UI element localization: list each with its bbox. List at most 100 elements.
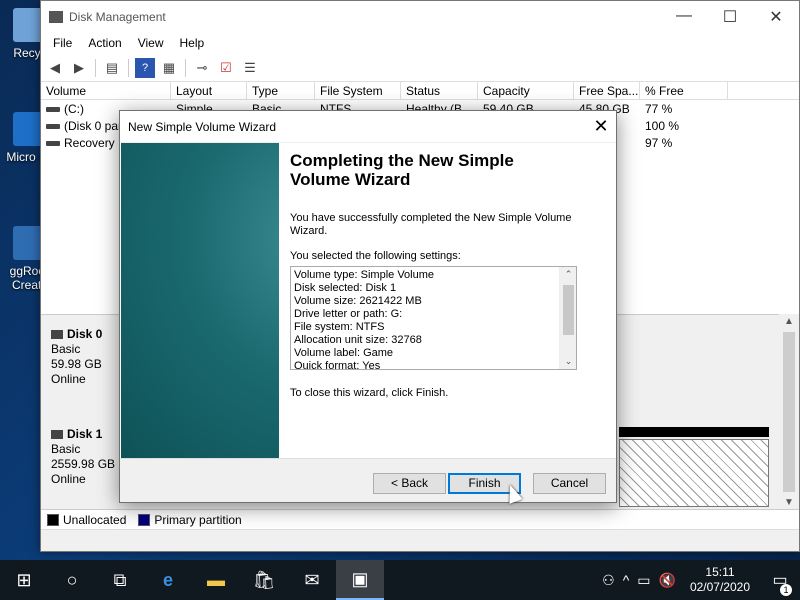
settings-scrollbar[interactable]: ⌃ ⌄ <box>559 267 576 369</box>
title-bar: Disk Management — ☐ ✕ <box>41 1 799 32</box>
settings-line: Volume size: 2621422 MB <box>294 295 422 307</box>
vertical-scrollbar[interactable]: ▲ ▼ <box>779 314 799 510</box>
notification-center-icon[interactable]: ▭ 1 <box>760 570 800 596</box>
scroll-up-icon[interactable]: ▲ <box>779 316 799 327</box>
legend: Unallocated Primary partition <box>41 509 799 529</box>
disk-0-info[interactable]: Disk 0 Basic 59.98 GB Online <box>43 319 119 409</box>
menu-file[interactable]: File <box>45 36 80 50</box>
volume-name: (C:) <box>64 101 84 116</box>
scrollbar-thumb[interactable] <box>783 332 795 492</box>
menu-bar: File Action View Help <box>41 32 799 54</box>
legend-unallocated: Unallocated <box>63 512 127 527</box>
toolbar-separator <box>95 58 96 77</box>
clock[interactable]: 15:11 02/07/2020 <box>680 565 760 595</box>
check-icon[interactable]: ☑ <box>216 58 236 78</box>
file-explorer-icon[interactable]: ▬ <box>192 560 240 600</box>
settings-list[interactable]: Volume type: Simple Volume Disk selected… <box>290 266 577 370</box>
cancel-button[interactable]: Cancel <box>533 473 606 494</box>
disk-management-taskbar-icon[interactable]: ▣ <box>336 560 384 600</box>
col-type[interactable]: Type <box>247 82 315 99</box>
disk-icon <box>51 330 63 340</box>
volume-icon <box>46 106 60 112</box>
col-capacity[interactable]: Capacity <box>478 82 574 99</box>
cell-pct: 97 % <box>645 135 673 150</box>
disk-1-info[interactable]: Disk 1 Basic 2559.98 GB Online <box>43 419 119 507</box>
close-button[interactable]: ✕ <box>753 7 799 27</box>
taskbar: ⊞ ○ ⧉ e ▬ 🛍 ✉ ▣ ⚇ ^ ▭ 🔇 15:11 02/07/2020… <box>0 560 800 600</box>
close-icon[interactable]: ✕ <box>586 116 616 137</box>
col-status[interactable]: Status <box>401 82 478 99</box>
menu-view[interactable]: View <box>130 36 172 50</box>
network-icon[interactable]: ▭ <box>633 572 654 589</box>
unallocated-swatch <box>47 513 59 526</box>
volume-icon <box>46 123 60 129</box>
disk-name: Disk 0 <box>67 327 103 341</box>
edge-icon[interactable]: e <box>144 560 192 600</box>
cell-pct: 100 % <box>645 118 680 133</box>
system-tray: ⚇ ^ ▭ 🔇 15:11 02/07/2020 ▭ 1 <box>598 560 800 600</box>
back-icon[interactable]: ◀ <box>45 58 65 78</box>
back-button[interactable]: < Back <box>373 473 446 494</box>
toolbar: ◀ ▶ ▤ ? ▦ ⊸ ☑ ☰ <box>41 54 799 82</box>
task-view-icon[interactable]: ⧉ <box>96 560 144 600</box>
settings-line: Disk selected: Disk 1 <box>294 282 397 294</box>
settings-line: Volume type: Simple Volume <box>294 269 435 281</box>
heading-line-2: Volume Wizard <box>290 170 411 189</box>
legend-primary: Primary partition <box>154 512 242 527</box>
chevron-up-icon[interactable]: ^ <box>619 572 634 588</box>
chevron-down-icon[interactable]: ⌄ <box>560 356 576 367</box>
maximize-button[interactable]: ☐ <box>707 7 753 27</box>
minimize-button[interactable]: — <box>661 7 707 27</box>
clock-time: 15:11 <box>705 565 735 579</box>
connect-icon[interactable]: ⊸ <box>192 58 212 78</box>
scroll-down-icon[interactable]: ▼ <box>779 497 799 508</box>
status-bar <box>41 529 799 551</box>
primary-partition-swatch <box>138 513 151 526</box>
menu-help[interactable]: Help <box>172 36 213 50</box>
window-title: Disk Management <box>69 9 166 24</box>
toolbar-separator <box>128 58 129 77</box>
search-icon[interactable]: ○ <box>48 560 96 600</box>
store-icon[interactable]: 🛍 <box>240 560 288 600</box>
disk-size: 59.98 GB <box>51 357 102 371</box>
windows-start-icon[interactable]: ⊞ <box>0 560 48 600</box>
close-instructions: To close this wizard, click Finish. <box>290 387 449 399</box>
volume-icon <box>46 140 60 146</box>
settings-list-icon[interactable]: ☰ <box>240 58 260 78</box>
people-icon[interactable]: ⚇ <box>598 572 619 589</box>
col-percent-free[interactable]: % Free <box>640 82 728 99</box>
properties-icon[interactable]: ▦ <box>159 58 179 78</box>
wizard-button-bar: < Back Finish Cancel <box>120 458 616 502</box>
volume-name: Recovery <box>64 135 115 150</box>
disk-type: Basic <box>51 442 81 456</box>
chevron-up-icon[interactable]: ⌃ <box>560 269 576 280</box>
col-file-system[interactable]: File System <box>315 82 401 99</box>
unallocated-region[interactable] <box>619 439 769 507</box>
col-free-space[interactable]: Free Spa... <box>574 82 640 99</box>
settings-line: Quick format: Yes <box>294 360 381 370</box>
wizard-heading: Completing the New Simple Volume Wizard <box>290 151 590 189</box>
col-layout[interactable]: Layout <box>171 82 247 99</box>
wizard-content: Completing the New Simple Volume Wizard … <box>290 151 590 412</box>
notification-count: 1 <box>780 584 792 596</box>
disk-icon <box>51 430 63 440</box>
settings-line: Drive letter or path: G: <box>294 308 403 320</box>
toolbar-separator <box>185 58 186 77</box>
cell-pct: 77 % <box>645 101 673 116</box>
volume-name: (Disk 0 part <box>64 118 126 133</box>
settings-line: Volume label: Game <box>294 347 394 359</box>
mail-icon[interactable]: ✉ <box>288 560 336 600</box>
forward-icon[interactable]: ▶ <box>69 58 89 78</box>
help-icon[interactable]: ? <box>135 57 155 78</box>
unallocated-bar <box>619 427 769 437</box>
menu-action[interactable]: Action <box>80 36 129 50</box>
settings-label: You selected the following settings: <box>290 250 461 262</box>
disk-size: 2559.98 GB <box>51 457 116 471</box>
show-hide-tree-icon[interactable]: ▤ <box>102 58 122 78</box>
success-text: You have successfully completed the New … <box>290 212 572 237</box>
volume-muted-icon[interactable]: 🔇 <box>655 572 680 589</box>
wizard-title: New Simple Volume Wizard <box>128 119 277 134</box>
scrollbar-thumb[interactable] <box>563 285 574 335</box>
wizard-side-banner <box>121 143 279 458</box>
col-volume[interactable]: Volume <box>41 82 171 99</box>
